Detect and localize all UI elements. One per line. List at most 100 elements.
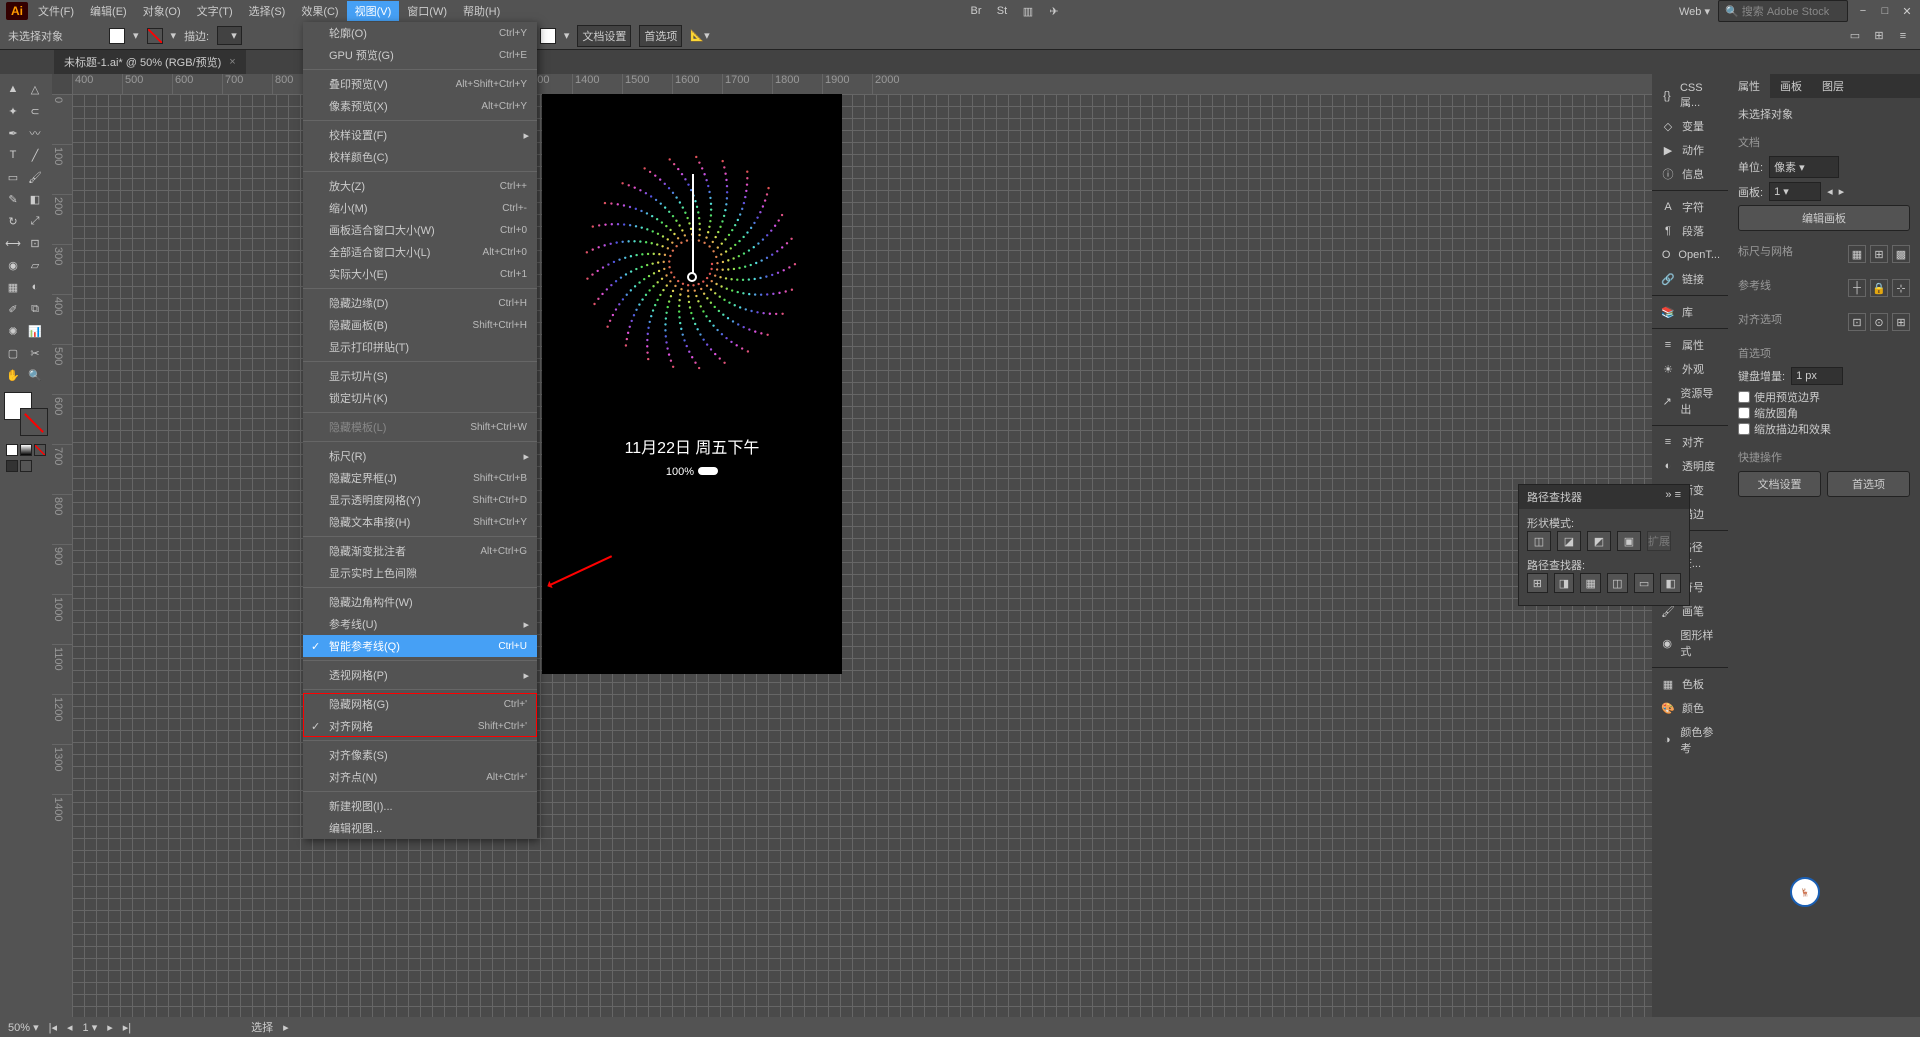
tab-layers[interactable]: 图层 [1812, 74, 1854, 98]
document-tab[interactable]: 未标题-1.ai* @ 50% (RGB/预览) × [54, 49, 246, 74]
zoom-tool[interactable]: 🔍 [24, 364, 46, 386]
menu-item-B[interactable]: 隐藏画板(B)Shift+Ctrl+H [303, 314, 537, 336]
menu-编辑[interactable]: 编辑(E) [82, 1, 135, 21]
menu-item-[interactable]: 隐藏渐变批注者Alt+Ctrl+G [303, 540, 537, 562]
free-transform-tool[interactable]: ⊡ [24, 232, 46, 254]
zoom-level[interactable]: 50% ▾ [8, 1021, 39, 1034]
menu-item-K[interactable]: 锁定切片(K) [303, 387, 537, 409]
panel-0[interactable]: {}CSS 属... [1652, 78, 1728, 114]
panel-6[interactable]: OOpenT... [1652, 243, 1728, 267]
color-mode-none[interactable] [34, 444, 46, 456]
panel-19[interactable]: ◉图形样式 [1652, 623, 1728, 663]
panel-11[interactable]: ↗资源导出 [1652, 381, 1728, 421]
canvas[interactable]: 4005006007008009001000110012001300140015… [52, 74, 1652, 1037]
style-swatch[interactable] [540, 28, 556, 44]
menu-item-S[interactable]: 显示切片(S) [303, 365, 537, 387]
exclude-button[interactable]: ▣ [1617, 531, 1641, 551]
slice-tool[interactable]: ✂ [24, 342, 46, 364]
graph-tool[interactable]: 📊 [24, 320, 46, 342]
menu-item-J[interactable]: 隐藏定界框(J)Shift+Ctrl+B [303, 467, 537, 489]
panel-4[interactable]: A字符 [1652, 195, 1728, 219]
stroke-swatch[interactable] [147, 28, 163, 44]
mesh-tool[interactable]: ▦ [2, 276, 24, 298]
crop-button[interactable]: ◫ [1607, 573, 1628, 593]
rotate-tool[interactable]: ↻ [2, 210, 24, 232]
panel-icon-1[interactable]: ▭ [1846, 27, 1864, 45]
preview-bounds-checkbox[interactable]: 使用预览边界 [1738, 389, 1910, 405]
panel-icon-3[interactable]: ≡ [1894, 27, 1912, 45]
eyedropper-tool[interactable]: ✐ [2, 298, 24, 320]
menu-item-S[interactable]: 对齐像素(S) [303, 744, 537, 766]
unite-button[interactable]: ◫ [1527, 531, 1551, 551]
menu-item-W[interactable]: 隐藏边角构件(W) [303, 591, 537, 613]
tab-close-icon[interactable]: × [229, 56, 235, 68]
menu-item-[interactable]: 显示实时上色间隙 [303, 562, 537, 584]
lasso-tool[interactable]: ⊂ [24, 100, 46, 122]
prefs-button[interactable]: 首选项 [639, 25, 682, 47]
guides-lock-icon[interactable]: 🔒 [1870, 279, 1888, 297]
stock-icon[interactable]: St [993, 2, 1011, 20]
artboard-tool[interactable]: ▢ [2, 342, 24, 364]
align-icon[interactable]: 📐▾ [690, 29, 709, 42]
panel-7[interactable]: 🔗链接 [1652, 267, 1728, 291]
artboard-next[interactable]: ▸ [1839, 185, 1845, 198]
selection-tool[interactable]: ▲ [2, 78, 24, 100]
panel-icon-2[interactable]: ⊞ [1870, 27, 1888, 45]
arrange-icon[interactable]: ▥ [1019, 2, 1037, 20]
maximize-button[interactable]: □ [1878, 4, 1892, 18]
nav-prev[interactable]: ◂ [67, 1021, 73, 1034]
fill-stroke-control[interactable] [4, 392, 48, 436]
menu-item-F[interactable]: 校样设置(F)▸ [303, 124, 537, 146]
quick-doc-settings[interactable]: 文档设置 [1738, 471, 1821, 497]
menu-文件[interactable]: 文件(F) [30, 1, 82, 21]
panel-20[interactable]: ▦色板 [1652, 672, 1728, 696]
quick-prefs[interactable]: 首选项 [1827, 471, 1910, 497]
expand-button[interactable]: 扩展 [1647, 531, 1671, 551]
menu-item-[interactable]: 编辑视图... [303, 817, 537, 839]
menu-item-I[interactable]: 新建视图(I)... [303, 795, 537, 817]
menu-item-G[interactable]: 隐藏网格(G)Ctrl+' [303, 693, 537, 715]
color-mode-gradient[interactable] [20, 444, 32, 456]
tab-artboards[interactable]: 画板 [1770, 74, 1812, 98]
line-tool[interactable]: ╱ [24, 144, 46, 166]
edit-artboard-button[interactable]: 编辑画板 [1738, 205, 1910, 231]
paintbrush-tool[interactable]: 🖌 [24, 166, 46, 188]
transparency-grid-icon[interactable]: ▩ [1892, 245, 1910, 263]
menu-item-Y[interactable]: 显示透明度网格(Y)Shift+Ctrl+D [303, 489, 537, 511]
curvature-tool[interactable]: 〰 [24, 122, 46, 144]
menu-item-T[interactable]: 显示打印拼贴(T) [303, 336, 537, 358]
search-input[interactable]: 🔍 搜索 Adobe Stock [1718, 0, 1848, 22]
menu-item-L[interactable]: 全部适合窗口大小(L)Alt+Ctrl+0 [303, 241, 537, 263]
menu-item-Q[interactable]: ✓智能参考线(Q)Ctrl+U [303, 635, 537, 657]
menu-item-H[interactable]: 隐藏文本串接(H)Shift+Ctrl+Y [303, 511, 537, 533]
menu-选择[interactable]: 选择(S) [241, 1, 294, 21]
artboard[interactable]: 11月22日 周五下午 100% [542, 94, 842, 674]
menu-item-M[interactable]: 缩小(M)Ctrl+- [303, 197, 537, 219]
ruler-toggle-icon[interactable]: ▦ [1848, 245, 1866, 263]
nav-first[interactable]: |◂ [49, 1021, 57, 1034]
menu-文字[interactable]: 文字(T) [189, 1, 241, 21]
guides-show-icon[interactable]: ┼ [1848, 279, 1866, 297]
unit-dropdown[interactable]: 像素 ▾ [1769, 156, 1839, 178]
divide-button[interactable]: ⊞ [1527, 573, 1548, 593]
panel-3[interactable]: ⓘ信息 [1652, 162, 1728, 186]
perspective-tool[interactable]: ▱ [24, 254, 46, 276]
rectangle-tool[interactable]: ▭ [2, 166, 24, 188]
artboard-num[interactable]: 1 ▾ [83, 1021, 98, 1034]
panel-9[interactable]: ≡属性 [1652, 333, 1728, 357]
color-mode-fill[interactable] [6, 444, 18, 456]
panel-1[interactable]: ◇变量 [1652, 114, 1728, 138]
direct-selection-tool[interactable]: △ [24, 78, 46, 100]
symbol-sprayer-tool[interactable]: ✺ [2, 320, 24, 342]
gradient-tool[interactable]: ◐ [24, 276, 46, 298]
panel-menu-icon[interactable]: » ≡ [1665, 489, 1681, 505]
grid-toggle-icon[interactable]: ⊞ [1870, 245, 1888, 263]
snap-point-icon[interactable]: ⊙ [1870, 313, 1888, 331]
panel-13[interactable]: ◐透明度 [1652, 454, 1728, 478]
magic-wand-tool[interactable]: ✦ [2, 100, 24, 122]
trim-button[interactable]: ◨ [1554, 573, 1575, 593]
snap-grid-icon[interactable]: ⊞ [1892, 313, 1910, 331]
panel-22[interactable]: ◑颜色参考 [1652, 720, 1728, 760]
outline-button[interactable]: ▭ [1634, 573, 1655, 593]
menu-item-U[interactable]: 参考线(U)▸ [303, 613, 537, 635]
